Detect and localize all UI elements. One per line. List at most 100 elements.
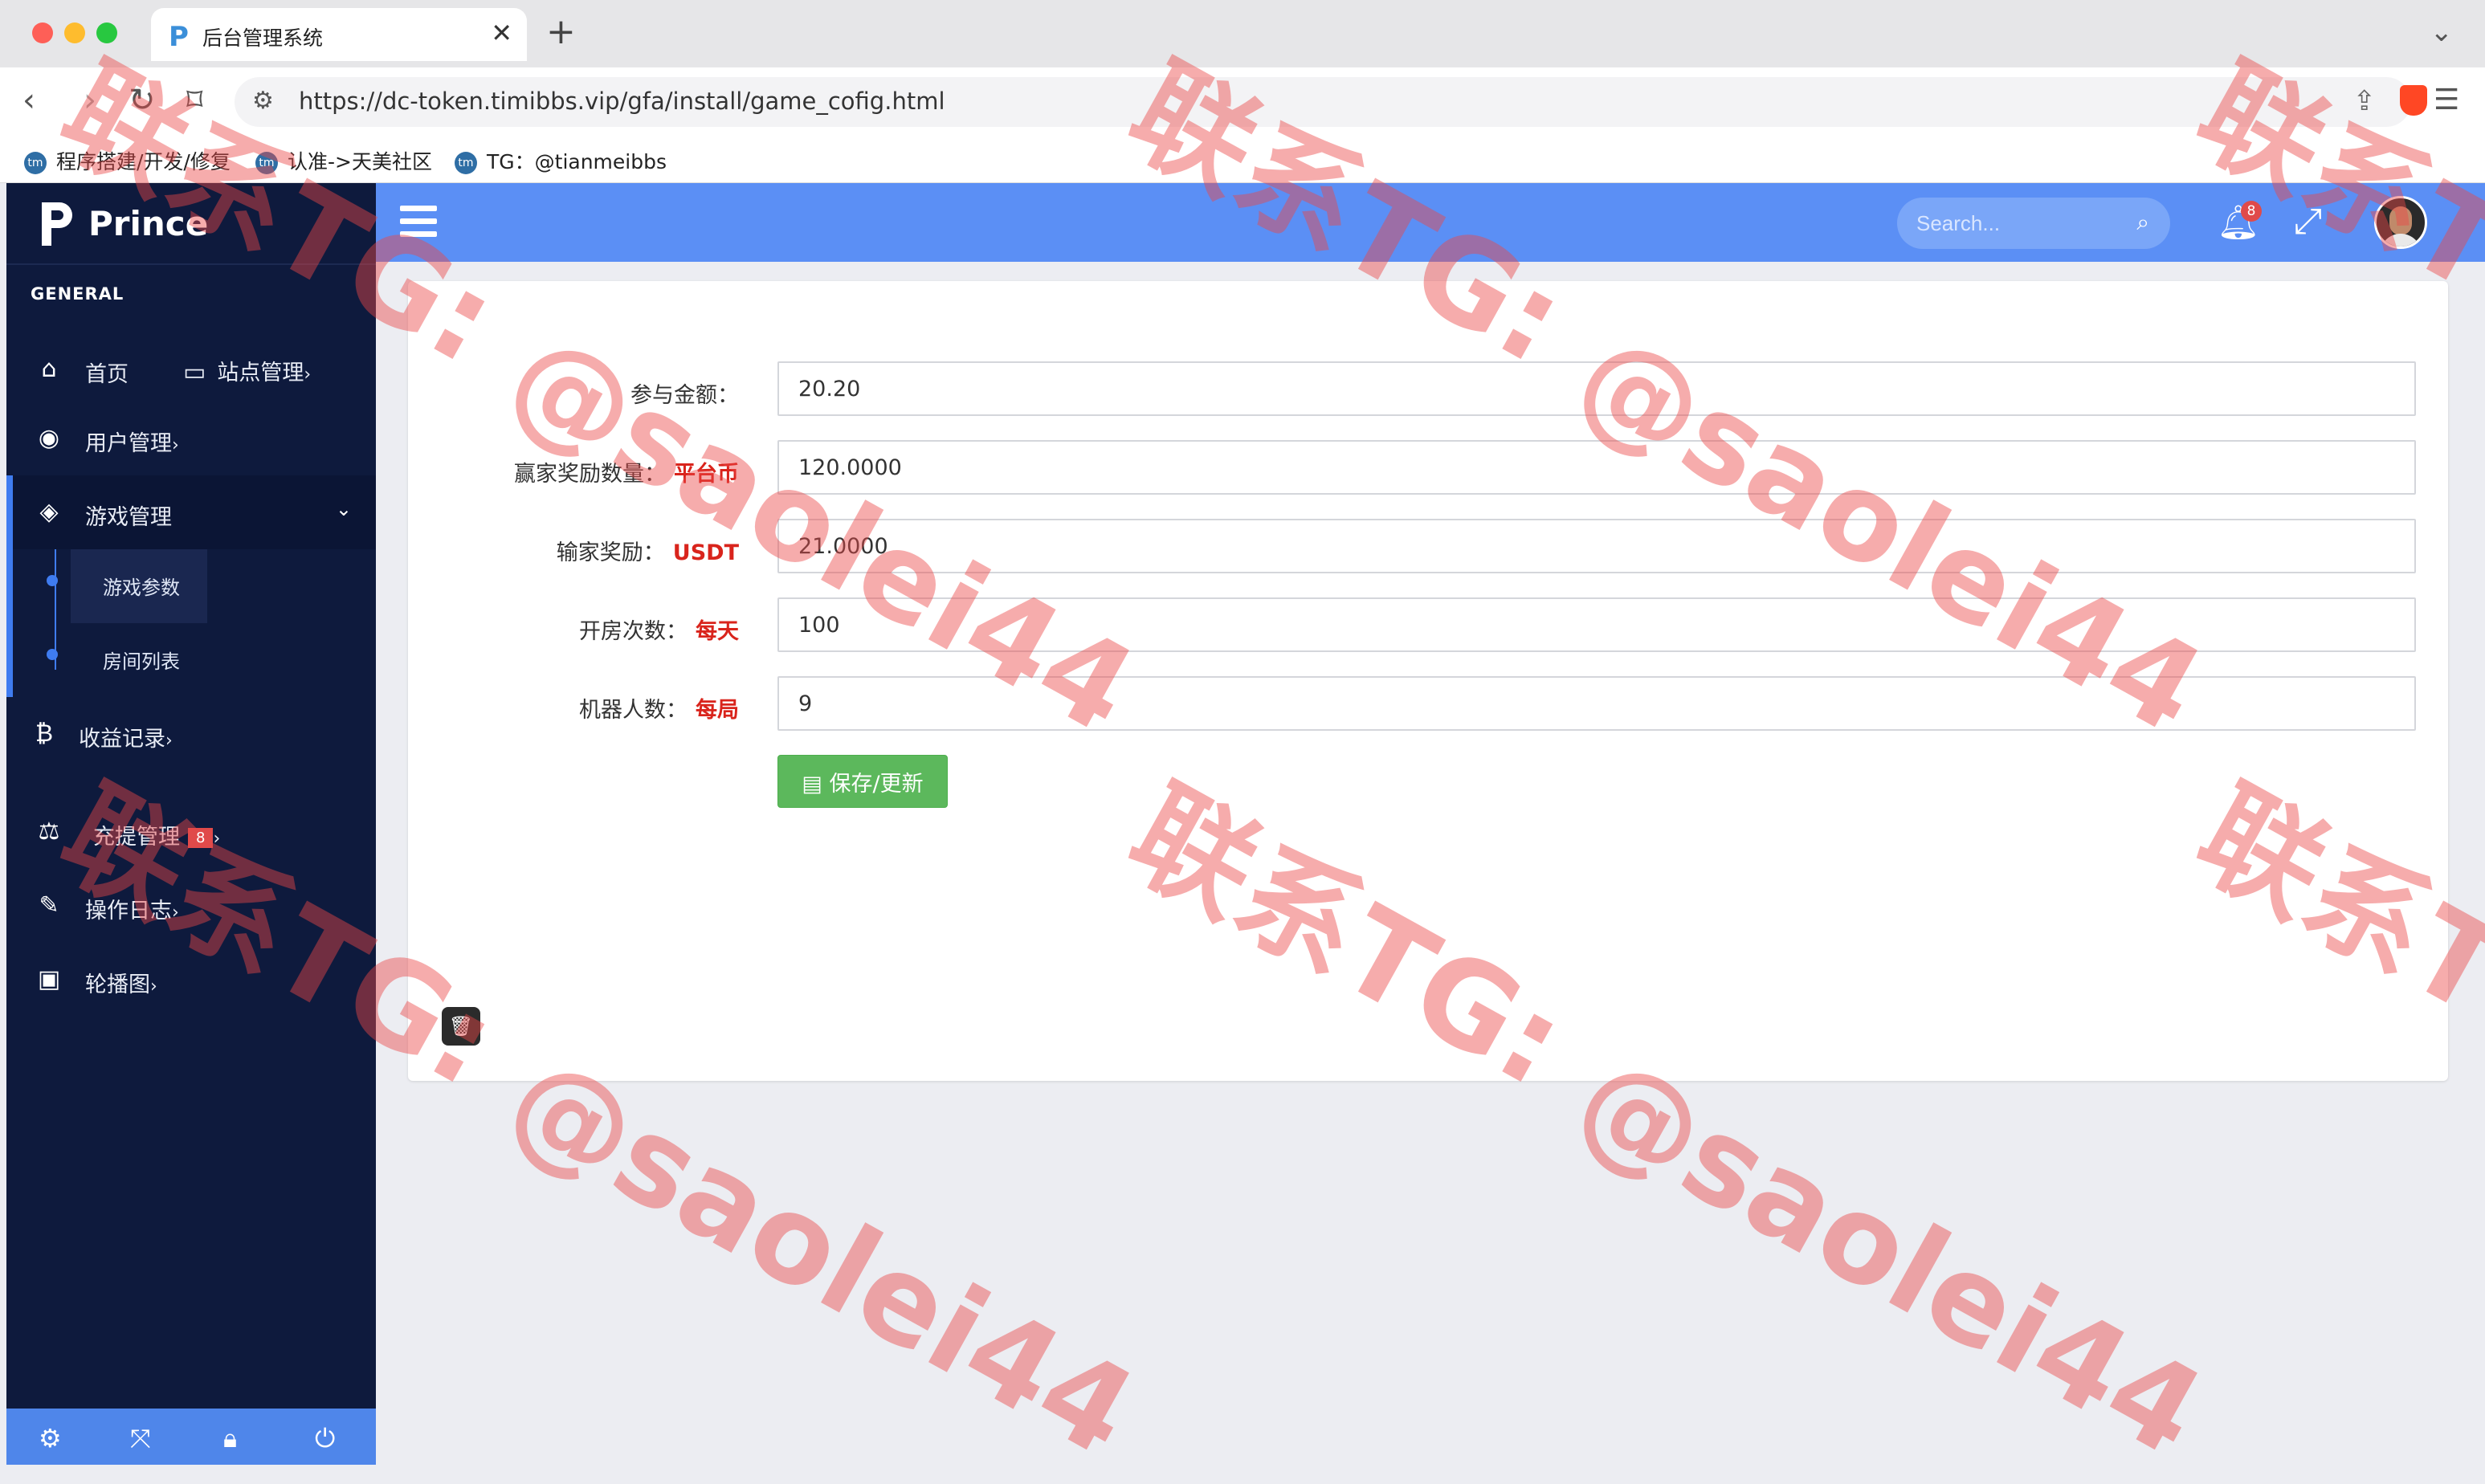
browser-menu-icon[interactable]: ☰	[2434, 84, 2459, 116]
cube-icon: ◈	[39, 498, 59, 526]
balance-scale-icon: ⚖	[38, 817, 60, 846]
minimize-window-icon[interactable]	[64, 22, 85, 43]
sidebar-item-income[interactable]: ₿ 收益记录›	[6, 697, 376, 771]
maximize-window-icon[interactable]	[96, 22, 117, 43]
form-row: 开房次数： 每天	[408, 597, 2448, 654]
winner-reward-input[interactable]	[777, 440, 2416, 495]
prince-logo-icon	[42, 202, 72, 246]
robot-count-input[interactable]	[777, 676, 2416, 731]
forward-icon[interactable]: ›	[84, 82, 96, 119]
bookmark-favicon-icon: tm	[255, 152, 278, 174]
browser-tab-bar: P 后台管理系统 ✕ + ⌄	[0, 0, 2485, 67]
form-label: 机器人数： 每局	[579, 698, 739, 723]
submenu-dot	[47, 649, 58, 660]
sidebar-item-label: 首页	[85, 362, 129, 387]
app-topbar: ⌕ 🔔︎ 8 ⤢	[376, 183, 2485, 262]
sidebar-item-games[interactable]: ◈ 游戏管理 ⌄	[6, 475, 376, 549]
nav-group-label: GENERAL	[31, 284, 124, 304]
participation-amount-input[interactable]	[777, 361, 2416, 416]
form-label: 赢家奖励数量： 平台币	[514, 462, 739, 487]
chevron-down-icon: ⌄	[335, 498, 352, 520]
sidebar-item-site[interactable]: ▭ 站点管理›	[183, 355, 311, 386]
fullscreen-icon[interactable]: ⤧	[130, 1423, 151, 1454]
reload-icon[interactable]: ↻	[129, 82, 156, 119]
sidebar-item-label: 收益记录›	[79, 727, 173, 752]
sidebar-footer: ⚙ ⤧ 🔒︎ ⏻	[6, 1409, 376, 1465]
user-circle-icon: ◉	[38, 424, 60, 452]
form-row: 赢家奖励数量： 平台币	[408, 440, 2448, 496]
submenu-dot	[47, 575, 58, 586]
bookmark-item[interactable]: tm TG：@tianmeibbs	[455, 146, 667, 175]
unit-label: 每局	[696, 698, 739, 723]
home-icon: ⌂	[41, 355, 57, 383]
avatar[interactable]	[2374, 196, 2427, 249]
divider	[6, 263, 376, 265]
sidebar-item-label: 轮播图›	[85, 972, 157, 997]
browser-toolbar: ‹ › ↻ ⌑ ⚙ https://dc-token.timibbs.vip/g…	[0, 67, 2485, 137]
search-input[interactable]	[1915, 207, 2116, 239]
caret-right-icon: ›	[150, 976, 157, 997]
brand-name: Prince	[88, 204, 209, 243]
caret-right-icon: ›	[172, 903, 179, 923]
trash-icon[interactable]: 🗑︎	[442, 1007, 480, 1046]
address-bar[interactable]: ⚙ https://dc-token.timibbs.vip/gfa/insta…	[235, 77, 2427, 127]
form-row: 机器人数： 每局	[408, 676, 2448, 732]
power-icon[interactable]: ⏻	[315, 1423, 335, 1454]
new-tab-icon[interactable]: +	[546, 11, 576, 52]
edit-icon: ✎	[39, 891, 59, 919]
caret-right-icon: ›	[172, 435, 179, 455]
caret-right-icon: ›	[213, 829, 221, 849]
sidebar-item-logs[interactable]: ✎ 操作日志›	[6, 869, 376, 943]
browser-tab[interactable]: P 后台管理系统 ✕	[151, 8, 527, 61]
sidebar-item-banner[interactable]: ▣ 轮播图›	[6, 943, 376, 1017]
notification-badge: 8	[2241, 201, 2262, 222]
sidebar-subitem-game-params[interactable]: 游戏参数	[71, 549, 207, 623]
bitcoin-icon: ₿	[35, 720, 54, 748]
bookmark-item[interactable]: tm 认准->天美社区	[255, 146, 432, 175]
room-count-input[interactable]	[777, 597, 2416, 652]
form-label: 开房次数： 每天	[579, 619, 739, 644]
bookmark-favicon-icon: tm	[24, 152, 47, 174]
back-icon[interactable]: ‹	[22, 82, 35, 119]
sidebar-item-label: 操作日志›	[85, 899, 179, 923]
unit-label: USDT	[672, 540, 739, 565]
watermark-text: @saolei44	[1554, 1028, 2225, 1484]
tab-title: 后台管理系统	[202, 26, 324, 50]
gear-icon[interactable]: ⚙	[39, 1423, 62, 1453]
sidebar-item-label: 游戏管理	[85, 505, 172, 530]
search-icon[interactable]: ⌕	[2136, 209, 2149, 236]
sidebar-item-users[interactable]: ◉ 用户管理›	[6, 402, 376, 475]
tab-favicon-icon: P	[169, 21, 189, 53]
brave-shield-icon[interactable]	[2400, 85, 2427, 116]
unit-label: 平台币	[674, 462, 739, 487]
tab-list-chevron-icon[interactable]: ⌄	[2430, 16, 2454, 48]
caret-right-icon: ›	[165, 731, 173, 751]
sidebar-item-label: 用户管理›	[85, 431, 179, 456]
expand-icon[interactable]: ⤢	[2294, 201, 2322, 242]
recharge-badge: 8	[188, 828, 214, 848]
caret-right-icon: ›	[304, 365, 312, 385]
monitor-icon: ▭	[183, 358, 206, 386]
tab-close-icon[interactable]: ✕	[491, 18, 512, 48]
site-settings-icon[interactable]: ⚙	[252, 87, 274, 115]
bookmark-item[interactable]: tm 程序搭建/开发/修复	[24, 146, 231, 175]
share-icon[interactable]: ⇪	[2353, 85, 2377, 117]
loser-reward-input[interactable]	[777, 519, 2416, 573]
hamburger-menu-icon[interactable]	[400, 206, 437, 238]
url-text[interactable]: https://dc-token.timibbs.vip/gfa/install…	[299, 88, 945, 115]
game-config-panel: 参与金额： 赢家奖励数量：平台币 输家奖励：USDT 开房次数：每天 机器人数：…	[408, 281, 2448, 1081]
lock-icon[interactable]: 🔒︎	[223, 1423, 237, 1454]
bookmark-favicon-icon: tm	[455, 152, 477, 174]
bookmark-icon[interactable]: ⌑	[186, 82, 203, 119]
save-button[interactable]: ▤ 保存/更新	[777, 755, 948, 808]
games-submenu: 游戏参数 房间列表	[6, 549, 376, 697]
bookmarks-bar: tm 程序搭建/开发/修复 tm 认准->天美社区 tm TG：@tianmeibbs	[0, 137, 2485, 183]
save-icon: ▤	[802, 771, 830, 797]
form-row: 输家奖励： USDT	[408, 519, 2448, 575]
form-label: 输家奖励： USDT	[556, 540, 739, 565]
image-icon: ▣	[37, 965, 61, 993]
sidebar-subitem-room-list[interactable]: 房间列表	[71, 623, 207, 697]
close-window-icon[interactable]	[32, 22, 53, 43]
sidebar-item-recharge[interactable]: ⚖ 充提管理 8 ›	[6, 795, 376, 869]
sidebar-item-label: 充提管理 8 ›	[93, 825, 221, 850]
